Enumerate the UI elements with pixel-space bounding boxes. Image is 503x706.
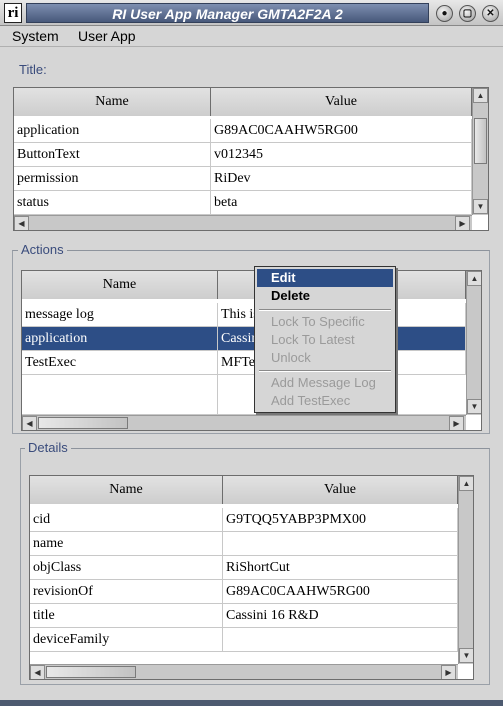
scroll-thumb[interactable]	[38, 417, 128, 429]
context-menu-unlock: Unlock	[271, 350, 311, 365]
context-menu-edit[interactable]: Edit	[257, 269, 393, 287]
menu-system[interactable]: System	[12, 27, 59, 45]
row-value	[223, 628, 458, 652]
vertical-scrollbar[interactable]: ▲ ▼	[458, 476, 473, 664]
context-menu-lock-to-specific: Lock To Specific	[271, 314, 365, 329]
row-name: cid	[30, 508, 223, 532]
maximize-icon[interactable]: ▢	[459, 5, 476, 22]
context-menu: Edit Delete Lock To Specific Lock To Lat…	[254, 266, 396, 413]
scroll-right-icon[interactable]: ▶	[441, 665, 456, 679]
horizontal-scrollbar[interactable]: ◀ ▶	[14, 215, 472, 230]
scroll-thumb[interactable]	[46, 666, 136, 678]
menu-user-app[interactable]: User App	[78, 27, 136, 45]
row-value: Cassini 16 R&D	[223, 604, 458, 628]
horizontal-scrollbar[interactable]: ◀ ▶	[22, 415, 466, 430]
title-bar[interactable]: ri RI User App Manager GMTA2F2A 2 ● ▢ ✕	[0, 0, 503, 26]
actions-section-label: Actions	[18, 242, 67, 257]
scroll-right-icon[interactable]: ▶	[449, 416, 464, 430]
actions-table: Name Value message log This is a Message…	[21, 270, 482, 431]
table-row[interactable]: ButtonText v012345	[14, 143, 472, 167]
scroll-up-icon[interactable]: ▲	[459, 476, 473, 491]
scroll-up-icon[interactable]: ▲	[467, 271, 481, 286]
close-icon[interactable]: ✕	[482, 5, 499, 22]
row-value: G9TQQ5YABP3PMX00	[223, 508, 458, 532]
horizontal-scrollbar[interactable]: ◀ ▶	[30, 664, 458, 679]
row-name: title	[30, 604, 223, 628]
scroll-up-icon[interactable]: ▲	[473, 88, 488, 103]
table-row[interactable]: name	[30, 532, 458, 556]
column-header-name[interactable]: Name	[14, 88, 211, 116]
row-value: beta	[211, 191, 472, 215]
menu-bar: System User App	[0, 26, 503, 47]
row-name: message log	[22, 303, 218, 327]
row-name: application	[22, 327, 218, 351]
row-name: objClass	[30, 556, 223, 580]
title-properties-table: Name Value application G89AC0CAAHW5RG00 …	[13, 87, 489, 231]
row-name: application	[14, 119, 211, 143]
row-name: ButtonText	[14, 143, 211, 167]
table-header: Name Value	[30, 476, 458, 504]
table-row[interactable]: message log This is a Message Log	[22, 303, 466, 327]
table-header: Name Value	[22, 271, 466, 299]
table-row[interactable]: TestExec MFTestExec	[22, 351, 466, 375]
table-row[interactable]: title Cassini 16 R&D	[30, 604, 458, 628]
details-section-label: Details	[25, 440, 71, 455]
table-row[interactable]: application G89AC0CAAHW5RG00	[14, 119, 472, 143]
table-row[interactable]: deviceFamily	[30, 628, 458, 652]
details-table: Name Value cid G9TQQ5YABP3PMX00 name obj…	[29, 475, 474, 680]
table-row-selected[interactable]: application Cassini 16 R&D	[22, 327, 466, 351]
row-value: v012345	[211, 143, 472, 167]
row-value: G89AC0CAAHW5RG00	[211, 119, 472, 143]
row-value	[223, 532, 458, 556]
vertical-scrollbar[interactable]: ▲ ▼	[466, 271, 481, 415]
scroll-down-icon[interactable]: ▼	[467, 399, 481, 414]
title-section-label: Title:	[16, 62, 50, 77]
context-menu-lock-to-latest: Lock To Latest	[271, 332, 355, 347]
row-value: G89AC0CAAHW5RG00	[223, 580, 458, 604]
row-name: deviceFamily	[30, 628, 223, 652]
context-menu-delete[interactable]: Delete	[257, 287, 393, 305]
table-row[interactable]: objClass RiShortCut	[30, 556, 458, 580]
row-value: RiDev	[211, 167, 472, 191]
table-row[interactable]: permission RiDev	[14, 167, 472, 191]
vertical-scrollbar[interactable]: ▲ ▼	[472, 88, 488, 215]
row-name: permission	[14, 167, 211, 191]
row-name: revisionOf	[30, 580, 223, 604]
table-row[interactable]: status beta	[14, 191, 472, 215]
table-row[interactable]: cid G9TQQ5YABP3PMX00	[30, 508, 458, 532]
window-title: RI User App Manager GMTA2F2A 2	[26, 3, 429, 23]
table-header: Name Value	[14, 88, 472, 116]
row-name: TestExec	[22, 351, 218, 375]
table-row[interactable]: revisionOf G89AC0CAAHW5RG00	[30, 580, 458, 604]
context-menu-add-testexec: Add TestExec	[271, 393, 351, 408]
minimize-icon[interactable]: ●	[436, 5, 453, 22]
column-header-name[interactable]: Name	[30, 476, 223, 504]
scroll-thumb[interactable]	[474, 118, 487, 164]
row-name: name	[30, 532, 223, 556]
column-header-value[interactable]: Value	[211, 88, 472, 116]
column-header-value[interactable]: Value	[223, 476, 458, 504]
scroll-right-icon[interactable]: ▶	[455, 216, 470, 230]
menu-separator	[259, 309, 391, 311]
taskbar-edge	[0, 700, 503, 706]
context-menu-add-message-log: Add Message Log	[271, 375, 376, 390]
row-name: status	[14, 191, 211, 215]
scroll-down-icon[interactable]: ▼	[459, 648, 473, 663]
column-header-name[interactable]: Name	[22, 271, 218, 299]
scroll-left-icon[interactable]: ◀	[14, 216, 29, 230]
table-row-empty	[22, 375, 466, 415]
scroll-left-icon[interactable]: ◀	[30, 665, 45, 679]
app-icon[interactable]: ri	[4, 3, 22, 23]
menu-separator	[259, 370, 391, 372]
row-name	[22, 375, 218, 415]
scroll-left-icon[interactable]: ◀	[22, 416, 37, 430]
scroll-down-icon[interactable]: ▼	[473, 199, 488, 214]
row-value: RiShortCut	[223, 556, 458, 580]
